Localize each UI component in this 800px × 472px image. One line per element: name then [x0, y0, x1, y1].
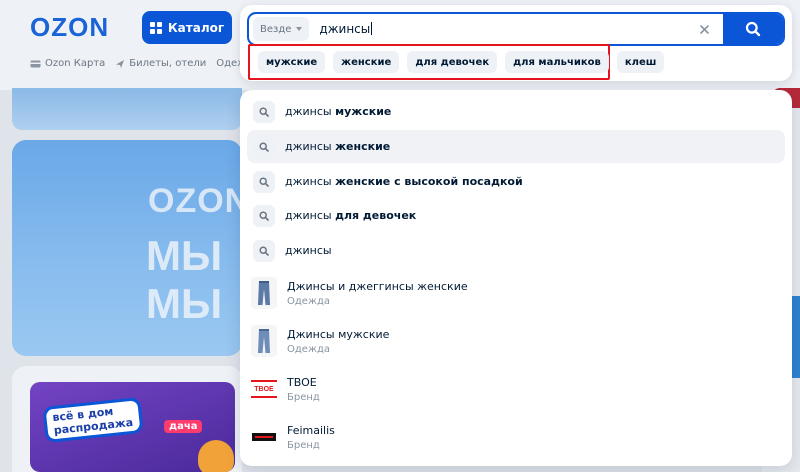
banner-strip — [12, 88, 242, 130]
brand-logo: TBOE — [251, 380, 277, 398]
result-category: Одежда — [287, 343, 330, 355]
subnav-label: Билеты, отели — [129, 58, 207, 69]
chip-klesh[interactable]: клеш — [616, 51, 665, 73]
suggestion-item[interactable]: джинсы мужские — [247, 95, 785, 128]
brand-result[interactable]: TBOE TBOE Бренд — [247, 366, 785, 412]
search-button[interactable] — [723, 14, 783, 44]
search-icon — [253, 170, 275, 193]
chip-dlya-malchikov[interactable]: для мальчиков — [505, 51, 609, 73]
search-icon — [253, 239, 275, 262]
result-category: Бренд — [287, 391, 320, 403]
refinement-chips: мужские женские для девочек для мальчико… — [248, 44, 665, 80]
promo-logo: OZON — [148, 182, 242, 220]
suggestion-item[interactable]: джинсы женские — [247, 130, 785, 163]
dacha-promo-card[interactable]: всё в дом распродажа дача — [30, 382, 235, 472]
suggestion-text: джинсы для девочек — [285, 209, 417, 222]
category-result[interactable]: Джинсы мужские Одежда — [247, 318, 785, 364]
chip-muzhskie[interactable]: мужские — [258, 51, 326, 73]
promo-text-line: МЫ — [146, 232, 223, 279]
search-icon — [253, 135, 275, 158]
jeans-thumbnail-icon — [251, 277, 277, 309]
result-info: TBOE Бренд — [287, 376, 320, 403]
result-info: Джинсы и джеггинсы женские Одежда — [287, 280, 468, 307]
result-category: Одежда — [287, 295, 330, 307]
suggestion-text: джинсы — [285, 244, 332, 257]
catalog-button[interactable]: Каталог — [142, 11, 232, 44]
search-input[interactable]: джинсы — [319, 22, 693, 36]
jeans-thumbnail-icon — [251, 325, 277, 357]
subnav-label: Ozon Карта — [45, 58, 106, 69]
promo-banner[interactable]: OZON МЫ МЫ — [12, 140, 242, 356]
category-result[interactable]: Джинсы и джеггинсы женские Одежда — [247, 270, 785, 316]
brand-logo — [251, 428, 277, 446]
catalog-label: Каталог — [167, 20, 225, 35]
plane-icon — [116, 59, 125, 68]
subnav-item-ozon-card[interactable]: Ozon Карта — [30, 58, 105, 69]
promo-text-line: МЫ — [146, 280, 223, 327]
close-icon — [699, 24, 709, 34]
suggestion-text: джинсы женские с высокой посадкой — [285, 175, 523, 188]
clear-search-button[interactable] — [693, 18, 715, 40]
mascot-illustration — [198, 440, 234, 472]
suggestion-item[interactable]: джинсы — [247, 234, 785, 267]
sale-badge: всё в дом распродажа — [42, 397, 144, 443]
ozon-logo[interactable]: OZON — [30, 12, 109, 43]
result-name: TBOE — [287, 375, 317, 389]
search-panel: Везде джинсы мужские женские для девочек… — [240, 5, 792, 81]
suggestion-text: джинсы мужские — [285, 105, 392, 118]
scope-label: Везде — [260, 23, 292, 35]
result-info: Feimailis Бренд — [287, 424, 335, 451]
brand-result[interactable]: Feimailis Бренд — [247, 414, 785, 460]
grid-icon — [149, 21, 162, 34]
suggestion-text: джинсы женские — [285, 140, 391, 153]
search-icon — [253, 100, 275, 123]
header-subnav: Ozon Карта Билеты, отели Одежда, — [30, 58, 262, 69]
dacha-tag: дача — [164, 420, 203, 433]
result-info: Джинсы мужские Одежда — [287, 328, 389, 355]
search-bar: Везде джинсы — [247, 12, 785, 46]
suggestion-item[interactable]: джинсы для девочек — [247, 199, 785, 232]
result-name: Джинсы и джеггинсы женские — [287, 279, 468, 293]
search-query-text: джинсы — [319, 22, 371, 36]
search-icon — [253, 204, 275, 227]
result-name: Feimailis — [287, 423, 335, 437]
suggestion-item[interactable]: джинсы женские с высокой посадкой — [247, 165, 785, 198]
chip-zhenskie[interactable]: женские — [333, 51, 400, 73]
text-caret — [371, 22, 373, 35]
chip-dlya-devochek[interactable]: для девочек — [407, 51, 498, 73]
subnav-item-tickets[interactable]: Билеты, отели — [115, 58, 206, 69]
search-icon — [745, 21, 761, 37]
result-category: Бренд — [287, 439, 320, 451]
card-icon — [30, 60, 41, 67]
search-scope-dropdown[interactable]: Везде — [253, 17, 310, 41]
chevron-down-icon — [296, 27, 303, 31]
result-name: Джинсы мужские — [287, 327, 390, 341]
search-suggestions: джинсы мужские джинсы женские джинсы жен… — [240, 90, 792, 466]
